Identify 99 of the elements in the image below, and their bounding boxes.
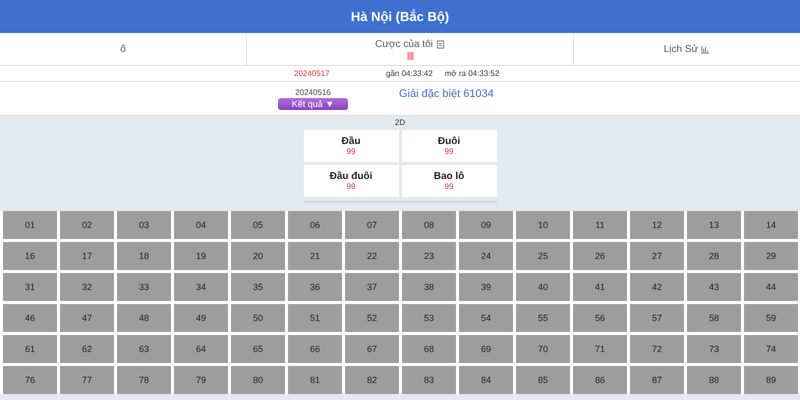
number-button[interactable]: 13 (687, 211, 741, 239)
number-button[interactable]: 63 (117, 335, 171, 363)
number-button[interactable]: 10 (516, 211, 570, 239)
number-button[interactable]: 43 (687, 273, 741, 301)
number-button[interactable]: 69 (459, 335, 513, 363)
number-button[interactable]: 21 (288, 242, 342, 270)
number-button[interactable]: 20 (231, 242, 285, 270)
number-button[interactable]: 40 (516, 273, 570, 301)
bar-chart-icon (701, 44, 710, 54)
number-button[interactable]: 04 (174, 211, 228, 239)
open-time: mở ra 04:33:52 (444, 69, 500, 78)
number-button[interactable]: 36 (288, 273, 342, 301)
number-button[interactable]: 07 (345, 211, 399, 239)
result-dropdown[interactable]: Kết quả ▼ (278, 98, 348, 110)
number-button[interactable]: 85 (516, 366, 570, 394)
number-button[interactable]: 11 (573, 211, 627, 239)
previous-draw-date: 20240516 (295, 88, 331, 96)
number-button[interactable]: 44 (744, 273, 798, 301)
close-time: gần 04:33:42 (386, 69, 433, 78)
number-button[interactable]: 28 (687, 242, 741, 270)
number-button[interactable]: 09 (459, 211, 513, 239)
number-button[interactable]: 46 (3, 304, 57, 332)
number-button[interactable]: 22 (345, 242, 399, 270)
number-button[interactable]: 88 (687, 366, 741, 394)
number-button[interactable]: 26 (573, 242, 627, 270)
number-button[interactable]: 73 (687, 335, 741, 363)
number-button[interactable]: 81 (288, 366, 342, 394)
game-title: 2D (394, 118, 406, 127)
number-button[interactable]: 16 (3, 242, 57, 270)
number-button[interactable]: 87 (630, 366, 684, 394)
number-button[interactable]: 24 (459, 242, 513, 270)
bet-option[interactable]: Đầu 99 (304, 130, 398, 162)
number-button[interactable]: 79 (174, 366, 228, 394)
number-button[interactable]: 37 (345, 273, 399, 301)
number-button[interactable]: 52 (345, 304, 399, 332)
bet-option[interactable]: Đầu đuôi 99 (304, 165, 398, 197)
number-button[interactable]: 84 (459, 366, 513, 394)
number-button[interactable]: 64 (174, 335, 228, 363)
number-button[interactable]: 74 (744, 335, 798, 363)
draw-date: 20240517 (294, 69, 331, 78)
number-button[interactable]: 08 (402, 211, 456, 239)
number-button[interactable]: 65 (231, 335, 285, 363)
number-button[interactable]: 27 (630, 242, 684, 270)
number-button[interactable]: 68 (402, 335, 456, 363)
number-button[interactable]: 50 (231, 304, 285, 332)
number-button[interactable]: 38 (402, 273, 456, 301)
number-button[interactable]: 54 (459, 304, 513, 332)
special-prize: Giải đặc biệt 61034 (399, 88, 494, 100)
number-button[interactable]: 14 (744, 211, 798, 239)
number-button[interactable]: 78 (117, 366, 171, 394)
number-button[interactable]: 18 (117, 242, 171, 270)
ticket-icon (406, 52, 414, 60)
number-button[interactable]: 31 (3, 273, 57, 301)
number-button[interactable]: 33 (117, 273, 171, 301)
number-button[interactable]: 56 (573, 304, 627, 332)
number-button[interactable]: 02 (60, 211, 114, 239)
number-button[interactable]: 48 (117, 304, 171, 332)
number-button[interactable]: 32 (60, 273, 114, 301)
number-button[interactable]: 01 (3, 211, 57, 239)
number-button[interactable]: 58 (687, 304, 741, 332)
number-button[interactable]: 77 (60, 366, 114, 394)
number-button[interactable]: 47 (60, 304, 114, 332)
number-button[interactable]: 59 (744, 304, 798, 332)
number-button[interactable]: 86 (573, 366, 627, 394)
number-button[interactable]: 62 (60, 335, 114, 363)
number-button[interactable]: 71 (573, 335, 627, 363)
number-button[interactable]: 49 (174, 304, 228, 332)
number-button[interactable]: 41 (573, 273, 627, 301)
number-button[interactable]: 67 (345, 335, 399, 363)
number-button[interactable]: 06 (288, 211, 342, 239)
number-button[interactable]: 19 (174, 242, 228, 270)
number-button[interactable]: 76 (3, 366, 57, 394)
number-button[interactable]: 42 (630, 273, 684, 301)
document-icon (436, 40, 445, 48)
number-button[interactable]: 55 (516, 304, 570, 332)
number-button[interactable]: 29 (744, 242, 798, 270)
number-button[interactable]: 34 (174, 273, 228, 301)
number-button[interactable]: 25 (516, 242, 570, 270)
number-button[interactable]: 12 (630, 211, 684, 239)
number-button[interactable]: 83 (402, 366, 456, 394)
number-button[interactable]: 61 (3, 335, 57, 363)
number-button[interactable]: 51 (288, 304, 342, 332)
number-button[interactable]: 82 (345, 366, 399, 394)
number-button[interactable]: 53 (402, 304, 456, 332)
number-button[interactable]: 35 (231, 273, 285, 301)
number-button[interactable]: 66 (288, 335, 342, 363)
bet-option[interactable]: Bao lô 99 (402, 165, 496, 197)
number-button[interactable]: 17 (60, 242, 114, 270)
number-button[interactable]: 80 (231, 366, 285, 394)
number-button[interactable]: 03 (117, 211, 171, 239)
page-title: Hà Nội (Bắc Bộ) (350, 9, 450, 24)
bet-option[interactable]: Đuôi 99 (402, 130, 496, 162)
number-button[interactable]: 89 (744, 366, 798, 394)
number-button[interactable]: 39 (459, 273, 513, 301)
number-button[interactable]: 57 (630, 304, 684, 332)
number-button[interactable]: 23 (402, 242, 456, 270)
number-button[interactable]: 72 (630, 335, 684, 363)
number-button[interactable]: 70 (516, 335, 570, 363)
number-button[interactable]: 05 (231, 211, 285, 239)
